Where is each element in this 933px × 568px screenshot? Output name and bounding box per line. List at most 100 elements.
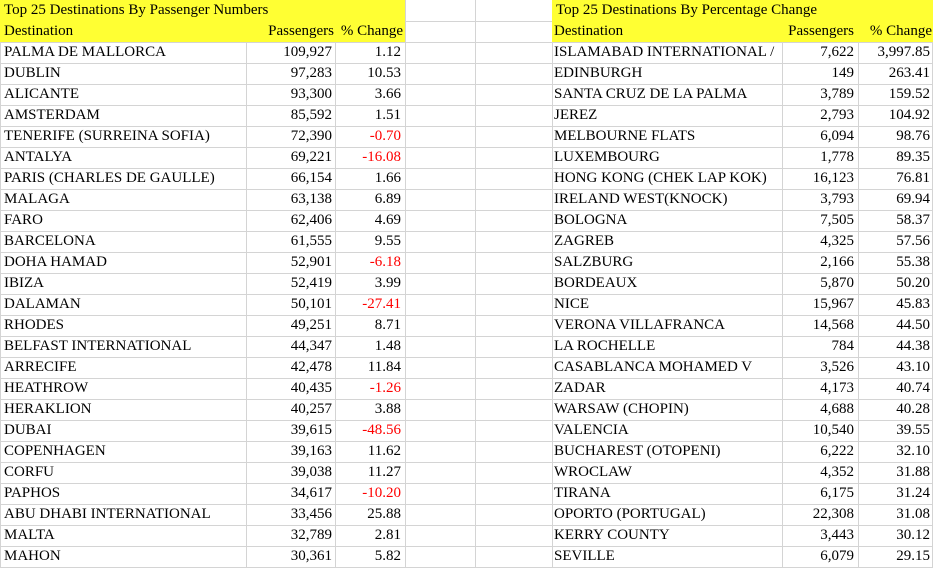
passengers-cell[interactable]: 3,789 [784,84,854,105]
destination-cell[interactable]: VALENCIA [554,420,780,441]
destination-cell[interactable]: DUBAI [4,420,244,441]
passengers-cell[interactable]: 3,526 [784,357,854,378]
passengers-cell[interactable]: 109,927 [248,42,332,63]
passengers-cell[interactable]: 4,352 [784,462,854,483]
change-cell[interactable]: 1.12 [337,42,401,63]
passengers-cell[interactable]: 52,901 [248,252,332,273]
destination-cell[interactable]: RHODES [4,315,244,336]
destination-cell[interactable]: ARRECIFE [4,357,244,378]
change-cell[interactable]: 3.88 [337,399,401,420]
change-cell[interactable]: -10.20 [337,483,401,504]
change-cell[interactable]: 25.88 [337,504,401,525]
destination-cell[interactable]: WROCLAW [554,462,780,483]
change-cell[interactable]: 1.51 [337,105,401,126]
destination-cell[interactable]: BELFAST INTERNATIONAL [4,336,244,357]
destination-cell[interactable]: BOLOGNA [554,210,780,231]
change-cell[interactable]: 43.10 [858,357,930,378]
change-cell[interactable]: 5.82 [337,546,401,567]
table-title[interactable]: Top 25 Destinations By Percentage Change [552,0,933,21]
passengers-cell[interactable]: 62,406 [248,210,332,231]
change-cell[interactable]: -0.70 [337,126,401,147]
change-cell[interactable]: 44.50 [858,315,930,336]
passengers-cell[interactable]: 2,793 [784,105,854,126]
passengers-cell[interactable]: 15,967 [784,294,854,315]
change-cell[interactable]: 50.20 [858,273,930,294]
passengers-cell[interactable]: 40,257 [248,399,332,420]
change-cell[interactable]: 39.55 [858,420,930,441]
change-cell[interactable]: 69.94 [858,189,930,210]
passengers-cell[interactable]: 39,163 [248,441,332,462]
passengers-cell[interactable]: 5,870 [784,273,854,294]
destination-cell[interactable]: DALAMAN [4,294,244,315]
destination-cell[interactable]: BUCHAREST (OTOPENI) [554,441,780,462]
destination-cell[interactable]: MAHON [4,546,244,567]
destination-cell[interactable]: LA ROCHELLE [554,336,780,357]
header-passengers[interactable]: Passengers [780,21,854,42]
destination-cell[interactable]: MALTA [4,525,244,546]
passengers-cell[interactable]: 7,622 [784,42,854,63]
header-change[interactable]: % Change [858,21,932,42]
passengers-cell[interactable]: 3,793 [784,189,854,210]
destination-cell[interactable]: CASABLANCA MOHAMED V [554,357,780,378]
change-cell[interactable]: 55.38 [858,252,930,273]
change-cell[interactable]: 3,997.85 [858,42,931,63]
destination-cell[interactable]: PARIS (CHARLES DE GAULLE) [4,168,244,189]
passengers-cell[interactable]: 72,390 [248,126,332,147]
passengers-cell[interactable]: 50,101 [248,294,332,315]
destination-cell[interactable]: HEATHROW [4,378,244,399]
destination-cell[interactable]: SALZBURG [554,252,780,273]
passengers-cell[interactable]: 1,778 [784,147,854,168]
passengers-cell[interactable]: 16,123 [784,168,854,189]
destination-cell[interactable]: HONG KONG (CHEK LAP KOK) [554,168,780,189]
change-cell[interactable]: 31.24 [858,483,930,504]
change-cell[interactable]: 6.89 [337,189,401,210]
destination-cell[interactable]: SEVILLE [554,546,780,567]
destination-cell[interactable]: ZADAR [554,378,780,399]
change-cell[interactable]: 98.76 [858,126,930,147]
passengers-cell[interactable]: 4,173 [784,378,854,399]
passengers-cell[interactable]: 14,568 [784,315,854,336]
passengers-cell[interactable]: 6,175 [784,483,854,504]
change-cell[interactable]: 159.52 [858,84,930,105]
passengers-cell[interactable]: 39,615 [248,420,332,441]
change-cell[interactable]: 76.81 [858,168,930,189]
passengers-cell[interactable]: 39,038 [248,462,332,483]
destination-cell[interactable]: ZAGREB [554,231,780,252]
change-cell[interactable]: 4.69 [337,210,401,231]
header-destination[interactable]: Destination [554,21,780,42]
change-cell[interactable]: 57.56 [858,231,930,252]
passengers-cell[interactable]: 49,251 [248,315,332,336]
destination-cell[interactable]: DUBLIN [4,63,244,84]
header-passengers[interactable]: Passengers [248,21,334,42]
change-cell[interactable]: 40.28 [858,399,930,420]
passengers-cell[interactable]: 6,222 [784,441,854,462]
passengers-cell[interactable]: 3,443 [784,525,854,546]
destination-cell[interactable]: MALAGA [4,189,244,210]
destination-cell[interactable]: NICE [554,294,780,315]
change-cell[interactable]: 1.48 [337,336,401,357]
passengers-cell[interactable]: 42,478 [248,357,332,378]
destination-cell[interactable]: JEREZ [554,105,780,126]
header-change[interactable]: % Change [337,21,403,42]
change-cell[interactable]: 3.99 [337,273,401,294]
destination-cell[interactable]: TENERIFE (SURREINA SOFIA) [4,126,244,147]
destination-cell[interactable]: BORDEAUX [554,273,780,294]
change-cell[interactable]: -48.56 [337,420,401,441]
destination-cell[interactable]: PALMA DE MALLORCA [4,42,244,63]
destination-cell[interactable]: LUXEMBOURG [554,147,780,168]
passengers-cell[interactable]: 52,419 [248,273,332,294]
passengers-cell[interactable]: 784 [784,336,855,357]
change-cell[interactable]: 11.62 [337,441,401,462]
destination-cell[interactable]: EDINBURGH [554,63,780,84]
change-cell[interactable]: -16.08 [337,147,401,168]
destination-cell[interactable]: OPORTO (PORTUGAL) [554,504,780,525]
change-cell[interactable]: 11.27 [337,462,401,483]
change-cell[interactable]: -1.26 [337,378,401,399]
change-cell[interactable]: 89.35 [858,147,930,168]
passengers-cell[interactable]: 10,540 [784,420,854,441]
destination-cell[interactable]: ALICANTE [4,84,244,105]
passengers-cell[interactable]: 149 [784,63,855,84]
destination-cell[interactable]: ANTALYA [4,147,244,168]
header-destination[interactable]: Destination [4,21,244,42]
passengers-cell[interactable]: 2,166 [784,252,854,273]
